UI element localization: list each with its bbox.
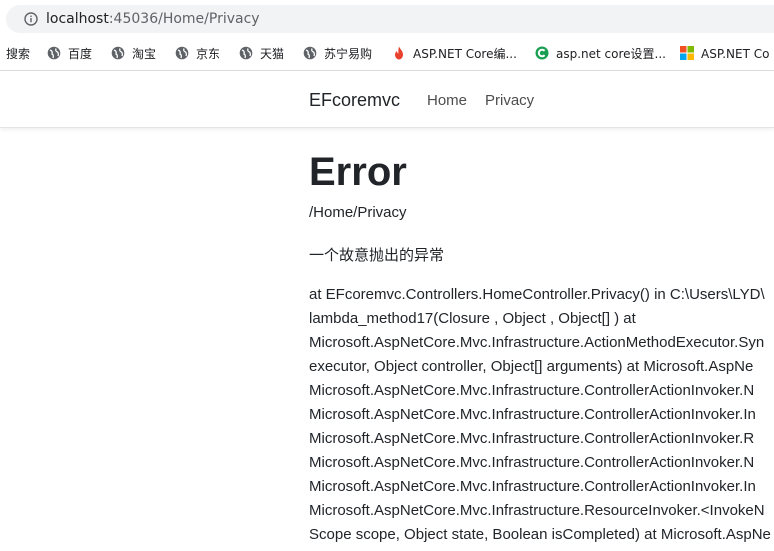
bookmark-baidu[interactable]: 百度 xyxy=(47,45,92,63)
bookmark-label: ASP.NET Core编... xyxy=(413,47,517,61)
bookmark-label: asp.net core设置... xyxy=(556,47,666,61)
bookmark-suning[interactable]: 苏宁易购 xyxy=(303,45,372,63)
stack-trace-line: Microsoft.AspNetCore.Mvc.Infrastructure.… xyxy=(309,430,755,447)
stack-trace-line: at EFcoremvc.Controllers.HomeController.… xyxy=(309,286,765,303)
bookmark-aspnet-core-2[interactable]: asp.net core设置... xyxy=(535,45,666,63)
bookmark-label: 淘宝 xyxy=(132,47,157,61)
site-navbar: EFcoremvc Home Privacy xyxy=(0,71,774,128)
stack-trace-line: Microsoft.AspNetCore.Mvc.Infrastructure.… xyxy=(309,454,755,471)
navbar-brand[interactable]: EFcoremvc xyxy=(309,90,400,111)
bookmark-label: 京东 xyxy=(196,47,221,61)
info-icon[interactable] xyxy=(24,12,38,26)
bookmarks-bar: 搜索 百度 淘宝 京东 天猫 苏宁易购 ASP.NET Core编... asp… xyxy=(0,38,774,71)
stack-trace-line: Microsoft.AspNetCore.Mvc.Infrastructure.… xyxy=(309,334,765,351)
error-message: 一个故意抛出的异常 xyxy=(309,246,445,264)
stack-trace-line: Microsoft.AspNetCore.Mvc.Infrastructure.… xyxy=(309,502,765,519)
error-request-path: /Home/Privacy xyxy=(309,204,407,221)
globe-icon xyxy=(111,46,125,60)
bookmark-taobao[interactable]: 淘宝 xyxy=(111,45,156,63)
flame-icon xyxy=(395,46,403,60)
url-text[interactable]: localhost:45036/Home/Privacy xyxy=(46,10,260,28)
address-bar-row: localhost:45036/Home/Privacy xyxy=(0,0,774,38)
globe-icon xyxy=(175,46,189,60)
bookmark-label: ASP.NET Co xyxy=(701,47,770,61)
stack-trace-line: Microsoft.AspNetCore.Mvc.Infrastructure.… xyxy=(309,406,756,423)
stack-trace-line: executor, Object controller, Object[] ar… xyxy=(309,358,754,375)
bookmark-aspnet-core-1[interactable]: ASP.NET Core编... xyxy=(392,45,517,63)
nav-link-home[interactable]: Home xyxy=(427,92,467,109)
bookmark-label: 苏宁易购 xyxy=(324,47,373,61)
globe-icon xyxy=(47,46,61,60)
nav-link-privacy[interactable]: Privacy xyxy=(485,92,534,109)
stack-trace-line: Scope scope, Object state, Boolean isCom… xyxy=(309,526,771,543)
stack-trace-line: lambda_method17(Closure , Object , Objec… xyxy=(309,310,636,327)
bookmark-label: 百度 xyxy=(68,47,93,61)
globe-icon xyxy=(239,46,253,60)
bookmark-label: 天猫 xyxy=(260,47,285,61)
url-path: :45036/Home/Privacy xyxy=(108,11,260,27)
bookmark-aspnet-core-3[interactable]: ASP.NET Co xyxy=(680,45,769,63)
url-host: localhost xyxy=(46,11,109,27)
stack-trace-line: Microsoft.AspNetCore.Mvc.Infrastructure.… xyxy=(309,478,756,495)
microsoft-icon xyxy=(680,46,694,60)
stack-trace: at EFcoremvc.Controllers.HomeController.… xyxy=(309,283,774,547)
bookmark-tmall[interactable]: 天猫 xyxy=(239,45,284,63)
bookmark-jd[interactable]: 京东 xyxy=(175,45,220,63)
globe-icon xyxy=(303,46,317,60)
green-c-icon xyxy=(535,46,549,60)
bookmark-search[interactable]: 搜索 xyxy=(6,45,30,63)
bookmark-label: 搜索 xyxy=(6,47,31,61)
stack-trace-line: Microsoft.AspNetCore.Mvc.Infrastructure.… xyxy=(309,382,755,399)
error-title: Error xyxy=(309,150,407,194)
